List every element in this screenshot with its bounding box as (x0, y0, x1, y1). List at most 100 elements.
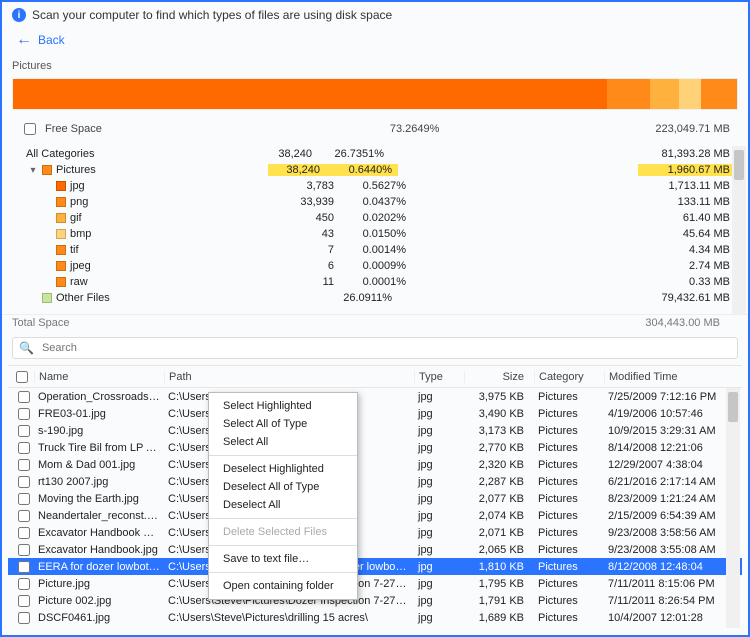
context-menu-item[interactable]: Deselect Highlighted (209, 460, 357, 478)
search-box[interactable]: 🔍 (12, 337, 738, 359)
context-menu-item[interactable]: Deselect All (209, 496, 357, 514)
table-row[interactable]: Picture.jpgC:\Users\Steve\Pictures\Dozer… (8, 575, 742, 592)
col-type[interactable]: Type (414, 371, 464, 383)
table-row[interactable]: rt130 2007.jpgC:\Usersjpg2,287 KBPicture… (8, 473, 742, 490)
col-size[interactable]: Size (464, 371, 534, 383)
col-path[interactable]: Path (164, 371, 414, 383)
tree-row-other[interactable]: Other Files 26.0911% 79,432.61 MB (12, 290, 738, 306)
chevron-down-icon[interactable]: ▾ (28, 165, 38, 176)
cell-type: jpg (414, 612, 464, 624)
row-checkbox[interactable] (18, 459, 30, 471)
row-checkbox[interactable] (18, 578, 30, 590)
cell-size: 1,795 KB (464, 578, 534, 590)
table-row[interactable]: s-190.jpgC:\Usersjpg3,173 KBPictures10/9… (8, 422, 742, 439)
color-swatch-icon (56, 245, 66, 255)
tree-label: raw (70, 276, 88, 288)
tree-label: png (70, 196, 88, 208)
tree-label: All Categories (26, 148, 94, 160)
col-category[interactable]: Category (534, 371, 604, 383)
context-menu-item[interactable]: Select Highlighted (209, 397, 357, 415)
table-row[interactable]: Excavator Handbook.jpgC:\Usersjpg2,065 K… (8, 541, 742, 558)
file-table-header: Name Path Type Size Category Modified Ti… (8, 366, 742, 388)
tree-scrollbar[interactable] (732, 146, 746, 314)
row-checkbox[interactable] (18, 510, 30, 522)
cell-name: Excavator Handbook.jpg (34, 544, 164, 556)
color-swatch-icon (56, 229, 66, 239)
file-scrollbar[interactable] (726, 388, 740, 628)
table-row[interactable]: P5030018.jpgC:\Users\Steve\Pictures\AZ-0… (8, 626, 742, 628)
row-checkbox[interactable] (18, 612, 30, 624)
page-title: Scan your computer to find which types o… (32, 8, 392, 22)
col-name[interactable]: Name (34, 371, 164, 383)
cell-modified: 4/19/2006 10:57:46 (604, 408, 734, 420)
tree-row-filetype[interactable]: jpeg60.0009%2.74 MB (12, 258, 738, 274)
table-row[interactable]: Neandertaler_reconst.jpgC:\Usersjpg2,074… (8, 507, 742, 524)
cell-size: 2,770 KB (464, 442, 534, 454)
search-input[interactable] (40, 341, 731, 355)
cell-modified: 2/15/2009 6:54:39 AM (604, 510, 734, 522)
tree-row-filetype[interactable]: raw110.0001%0.33 MB (12, 274, 738, 290)
context-menu-item[interactable]: Select All of Type (209, 415, 357, 433)
tree-row-pictures[interactable]: ▾ Pictures 38,240 0.6440% 1,960.67 MB (12, 162, 738, 178)
tree-row-filetype[interactable]: png33,9390.0437%133.11 MB (12, 194, 738, 210)
context-menu-item[interactable]: Deselect All of Type (209, 478, 357, 496)
cell-type: jpg (414, 561, 464, 573)
arrow-left-icon: ← (16, 32, 32, 48)
context-menu-item[interactable]: Open containing folder (209, 577, 357, 595)
file-table: Name Path Type Size Category Modified Ti… (8, 365, 742, 628)
color-swatch-icon (56, 261, 66, 271)
row-checkbox[interactable] (18, 391, 30, 403)
context-menu-item[interactable]: Select All (209, 433, 357, 451)
back-button[interactable]: ← Back (16, 32, 65, 48)
cell-category: Pictures (534, 578, 604, 590)
table-row[interactable]: DSCF0461.jpgC:\Users\Steve\Pictures\dril… (8, 609, 742, 626)
tree-row-filetype[interactable]: jpg3,7830.5627%1,713.11 MB (12, 178, 738, 194)
tree-row-filetype[interactable]: tif70.0014%4.34 MB (12, 242, 738, 258)
table-row[interactable]: Picture 002.jpgC:\Users\Steve\Pictures\D… (8, 592, 742, 609)
context-menu-item: Delete Selected Files (209, 523, 357, 541)
info-icon: i (12, 8, 26, 22)
row-checkbox[interactable] (18, 442, 30, 454)
row-checkbox[interactable] (18, 595, 30, 607)
cell-type: jpg (414, 595, 464, 607)
cell-name: Operation_Crossroads_Ba… (34, 391, 164, 403)
cell-type: jpg (414, 510, 464, 522)
row-checkbox[interactable] (18, 561, 30, 573)
row-checkbox[interactable] (18, 493, 30, 505)
tree-label: Other Files (56, 292, 110, 304)
cell-category: Pictures (534, 391, 604, 403)
cell-modified: 9/23/2008 3:58:56 AM (604, 527, 734, 539)
table-row[interactable]: Operation_Crossroads_Ba…C:\Usersjpg3,975… (8, 388, 742, 405)
row-checkbox[interactable] (18, 425, 30, 437)
context-menu-separator (209, 455, 357, 456)
cell-size: 2,320 KB (464, 459, 534, 471)
table-row[interactable]: Excavator Handbook 001.jpgC:\Usersjpg2,0… (8, 524, 742, 541)
row-checkbox[interactable] (18, 476, 30, 488)
search-icon: 🔍 (19, 341, 34, 355)
row-checkbox[interactable] (18, 408, 30, 420)
table-row[interactable]: Moving the Earth.jpgC:\Usersjpg2,077 KBP… (8, 490, 742, 507)
select-all-checkbox[interactable] (16, 371, 28, 383)
cell-name: Moving the Earth.jpg (34, 493, 164, 505)
row-checkbox[interactable] (18, 527, 30, 539)
cell-category: Pictures (534, 544, 604, 556)
table-row[interactable]: FRE03-01.jpgC:\Usersjpg3,490 KBPictures4… (8, 405, 742, 422)
table-row[interactable]: Truck Tire Bil from LP And…C:\Users rson… (8, 439, 742, 456)
cell-category: Pictures (534, 459, 604, 471)
tree-row-all[interactable]: All Categories 38,240 26.7351% 81,393.28… (12, 146, 738, 162)
table-row[interactable]: EERA for dozer lowbot an…C:\Users\Steve\… (8, 558, 742, 575)
tree-row-filetype[interactable]: gif4500.0202%61.40 MB (12, 210, 738, 226)
col-modified[interactable]: Modified Time (604, 371, 734, 383)
color-swatch-icon (42, 293, 52, 303)
row-checkbox[interactable] (18, 544, 30, 556)
cell-size: 2,071 KB (464, 527, 534, 539)
tree-row-filetype[interactable]: bmp430.0150%45.64 MB (12, 226, 738, 242)
cell-modified: 10/9/2015 3:29:31 AM (604, 425, 734, 437)
table-row[interactable]: Mom & Dad 001.jpgC:\Usersjpg2,320 KBPict… (8, 456, 742, 473)
tree-label: Pictures (56, 164, 96, 176)
free-space-checkbox[interactable] (24, 123, 36, 135)
cell-name: Picture.jpg (34, 578, 164, 590)
band-segment (701, 79, 737, 109)
cell-modified: 7/25/2009 7:12:16 PM (604, 391, 734, 403)
context-menu-item[interactable]: Save to text file… (209, 550, 357, 568)
